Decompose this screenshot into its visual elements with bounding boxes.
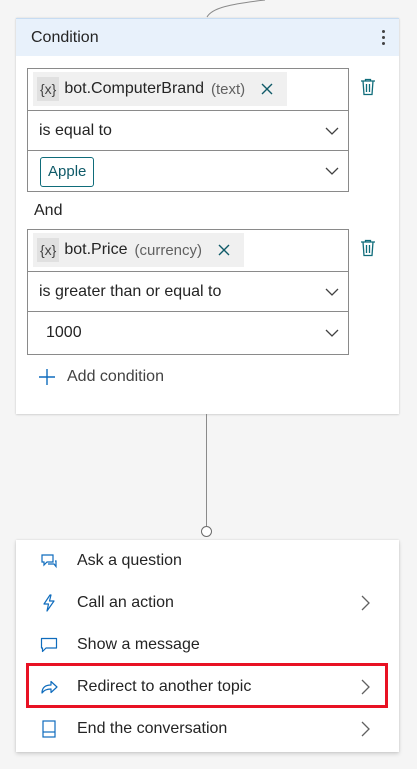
variable-name: bot.ComputerBrand — [64, 80, 204, 97]
delete-condition-icon[interactable] — [360, 78, 376, 96]
menu-item-label: Redirect to another topic — [77, 678, 252, 695]
variable-chip[interactable]: {x} bot.ComputerBrand (text) — [33, 72, 288, 106]
chevron-down-icon — [325, 127, 339, 135]
operator-value: is greater than or equal to — [39, 283, 222, 300]
chevron-down-icon — [325, 167, 339, 175]
menu-item-label: Show a message — [77, 636, 200, 653]
add-node-menu: Ask a question Call an action Show a mes… — [16, 540, 399, 752]
remove-variable-icon[interactable] — [218, 244, 230, 256]
condition-title: Condition — [31, 29, 99, 46]
variable-icon: {x} — [37, 238, 60, 262]
variable-type: (currency) — [134, 241, 203, 259]
chevron-right-icon — [361, 595, 370, 611]
connector-line — [206, 414, 207, 526]
condition-group: {x} bot.Price (currency) is greater than… — [27, 229, 349, 355]
menu-item-label: End the conversation — [77, 720, 228, 737]
end-conversation-icon — [42, 720, 56, 738]
condition-group: {x} bot.ComputerBrand (text) is equal to… — [27, 68, 349, 192]
condition-node: Condition {x} bot.ComputerBrand (text) i… — [16, 18, 399, 414]
menu-item-ask-question[interactable]: Ask a question — [16, 540, 399, 582]
value-dropdown[interactable]: 1000 — [28, 312, 348, 354]
value-dropdown[interactable]: Apple — [28, 151, 348, 191]
connector-curve — [206, 0, 266, 18]
variable-row: {x} bot.Price (currency) — [28, 230, 348, 272]
ask-question-icon — [41, 554, 57, 569]
variable-icon: {x} — [37, 77, 60, 101]
menu-item-label: Call an action — [77, 594, 174, 611]
menu-item-end-conversation[interactable]: End the conversation — [16, 708, 399, 750]
message-icon — [40, 637, 58, 653]
variable-row: {x} bot.ComputerBrand (text) — [28, 69, 348, 111]
chevron-right-icon — [361, 721, 370, 737]
variable-name: bot.Price — [64, 241, 128, 258]
add-node-point[interactable] — [201, 526, 212, 537]
lightning-icon — [43, 594, 55, 612]
menu-item-call-action[interactable]: Call an action — [16, 582, 399, 624]
value-text: 1000 — [46, 324, 82, 341]
menu-item-show-message[interactable]: Show a message — [16, 624, 399, 666]
variable-type: (text) — [211, 80, 246, 98]
condition-header: Condition — [16, 18, 399, 56]
remove-variable-icon[interactable] — [261, 83, 273, 95]
menu-item-label: Ask a question — [77, 552, 182, 569]
more-options-icon[interactable] — [378, 30, 388, 46]
operator-dropdown[interactable]: is greater than or equal to — [28, 272, 348, 312]
and-label: And — [34, 202, 63, 219]
value-pill[interactable]: Apple — [40, 157, 95, 187]
add-condition-button[interactable]: Add condition — [38, 368, 164, 386]
variable-chip[interactable]: {x} bot.Price (currency) — [33, 233, 245, 267]
menu-item-redirect-topic[interactable]: Redirect to another topic — [16, 666, 399, 708]
add-condition-label: Add condition — [67, 368, 164, 385]
chevron-right-icon — [361, 679, 370, 695]
operator-value: is equal to — [39, 122, 112, 139]
redirect-arrow-icon — [41, 680, 58, 694]
chevron-down-icon — [325, 329, 339, 337]
operator-dropdown[interactable]: is equal to — [28, 111, 348, 151]
plus-icon — [39, 369, 55, 385]
chevron-down-icon — [325, 288, 339, 296]
delete-condition-icon[interactable] — [360, 239, 376, 257]
